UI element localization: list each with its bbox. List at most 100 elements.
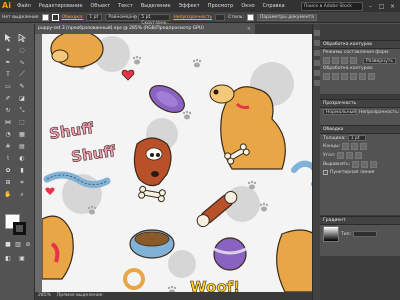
eyedropper-tool-icon[interactable]: ⌇ — [3, 154, 13, 163]
paintbrush-tool-icon[interactable]: ✎ — [17, 82, 27, 91]
variable-width-profile[interactable]: Равномерно — [105, 13, 137, 21]
unite-icon[interactable] — [323, 57, 330, 64]
stroke-swatch[interactable] — [51, 13, 59, 21]
stroke-link[interactable]: Обводка: — [62, 15, 84, 20]
minimize-icon[interactable]: – — [367, 3, 374, 10]
dashed-line-label: Пунктирная линия — [330, 170, 375, 175]
minus-back-icon[interactable] — [368, 73, 375, 80]
heart-small — [45, 187, 55, 195]
merge-icon[interactable] — [341, 73, 348, 80]
puppy-top-left — [50, 34, 104, 68]
screen-mode-icon[interactable]: ▣ — [17, 254, 27, 263]
stroke-color-box[interactable] — [13, 222, 26, 235]
pathfinders-label: Обработка контуров: — [323, 66, 374, 71]
zoom-level[interactable]: 285% — [38, 292, 51, 300]
brush-definition[interactable]: 5 pt. Скругленн... — [138, 13, 171, 26]
transparency-panel-title[interactable]: Прозрачность — [320, 100, 400, 108]
graph-tool-icon[interactable]: ▮ — [17, 166, 27, 175]
menu-object[interactable]: Объект — [86, 0, 114, 12]
document-setup-button[interactable]: Параметры документа — [256, 13, 318, 21]
blend-tool-icon[interactable]: ◐ — [17, 154, 27, 163]
maximize-icon[interactable]: □ — [378, 3, 385, 10]
expand-button[interactable]: Развернуть — [363, 57, 397, 64]
menu-edit[interactable]: Редактирование — [35, 0, 87, 12]
gradient-tool-icon[interactable]: ▤ — [17, 142, 27, 151]
hand-tool-icon[interactable]: ✋ — [3, 190, 13, 199]
miter-join-icon[interactable] — [337, 152, 345, 159]
minus-front-icon[interactable] — [332, 57, 339, 64]
pathfinder-panel-title[interactable]: Обработка контуров — [320, 41, 400, 49]
menu-view[interactable]: Просмотр — [204, 0, 238, 12]
opacity-label: Непрозрачность: — [359, 109, 400, 115]
type-tool-icon[interactable]: T — [3, 70, 13, 79]
trim-icon[interactable] — [332, 73, 339, 80]
outline-icon[interactable] — [359, 73, 366, 80]
gradient-type-select[interactable] — [353, 231, 378, 237]
butt-cap-icon[interactable] — [342, 143, 350, 150]
direct-selection-tool-icon[interactable] — [17, 33, 27, 43]
selection-tool-icon[interactable] — [3, 34, 13, 43]
line-tool-icon[interactable]: ／ — [17, 70, 27, 79]
opacity-link[interactable]: Непрозрачность — [173, 15, 212, 20]
eraser-tool-icon[interactable]: ◪ — [17, 94, 27, 103]
control-bar: Нет выделения Обводка: 1 pt Равномерно 5… — [0, 12, 400, 26]
gradient-panel-title[interactable]: Градиент — [320, 217, 400, 225]
menu-type[interactable]: Текст — [114, 0, 137, 12]
crop-icon[interactable] — [350, 73, 357, 80]
divide-icon[interactable] — [323, 73, 330, 80]
rotate-tool-icon[interactable]: ↻ — [3, 106, 13, 115]
width-tool-icon[interactable]: ⋈ — [3, 118, 13, 127]
scale-tool-icon[interactable]: ⤡ — [17, 106, 27, 115]
bevel-join-icon[interactable] — [355, 152, 363, 159]
shaper-tool-icon[interactable]: ✐ — [3, 94, 13, 103]
align-outside-icon[interactable] — [370, 161, 378, 168]
gradient-preview[interactable] — [323, 226, 339, 242]
free-transform-tool-icon[interactable]: ⬚ — [17, 118, 27, 127]
symbol-sprayer-tool-icon[interactable]: ✿ — [3, 166, 13, 175]
round-cap-icon[interactable] — [351, 143, 359, 150]
stock-search-input[interactable]: Поиск в Adobe Stock — [301, 1, 363, 11]
document-tab[interactable]: puppy-set 3 [преобразованный].eps @ 285%… — [35, 24, 255, 34]
shape-builder-tool-icon[interactable]: ◔ — [3, 130, 13, 139]
none-mode-icon[interactable]: ⊘ — [23, 240, 33, 249]
menu-window[interactable]: Окно — [237, 0, 258, 12]
style-swatch[interactable] — [246, 13, 254, 21]
curvature-tool-icon[interactable]: ∿ — [17, 58, 27, 67]
artboard-canvas[interactable]: Shuff Shuff Woof! — [42, 34, 320, 292]
menu-effect[interactable]: Эффект — [175, 0, 204, 12]
menu-select[interactable]: Выделение — [137, 0, 175, 12]
rectangle-tool-icon[interactable]: ▭ — [3, 82, 13, 91]
gradient-mode-icon[interactable]: ▥ — [13, 240, 23, 249]
projecting-cap-icon[interactable] — [360, 143, 368, 150]
exclude-icon[interactable] — [350, 57, 357, 64]
fill-swatch[interactable] — [41, 13, 49, 21]
perspective-grid-tool-icon[interactable]: ▦ — [17, 130, 27, 139]
corner-label: Угол: — [323, 153, 336, 158]
round-join-icon[interactable] — [346, 152, 354, 159]
lasso-tool-icon[interactable]: ◌ — [17, 46, 27, 55]
align-inside-icon[interactable] — [361, 161, 369, 168]
close-document-icon[interactable]: × — [247, 24, 251, 34]
magic-wand-tool-icon[interactable]: ✦ — [3, 46, 13, 55]
cap-label: Концы: — [323, 144, 341, 149]
intersect-icon[interactable] — [341, 57, 348, 64]
puppy-bottom-left — [42, 215, 74, 280]
frisbee — [149, 84, 185, 114]
stroke-weight-field[interactable]: 1 pt — [86, 13, 103, 21]
align-center-icon[interactable] — [352, 161, 360, 168]
opacity-field[interactable] — [215, 13, 226, 21]
blend-mode-select[interactable]: Нормальный — [323, 109, 357, 115]
close-icon[interactable]: × — [389, 3, 396, 10]
draw-mode-icon[interactable]: ◧ — [3, 254, 13, 263]
pen-tool-icon[interactable]: ✒ — [3, 58, 13, 67]
mesh-tool-icon[interactable]: # — [3, 142, 13, 151]
color-mode-icon[interactable]: ■ — [3, 240, 13, 249]
stroke-weight-input[interactable]: 1 pt — [347, 135, 366, 141]
artboard-tool-icon[interactable]: ⊞ — [3, 178, 13, 187]
stroke-panel-title[interactable]: Обводка — [320, 126, 400, 134]
menu-help[interactable]: Справка — [259, 0, 289, 12]
dashed-line-checkbox[interactable] — [323, 170, 328, 175]
slice-tool-icon[interactable]: ⌗ — [17, 178, 27, 187]
zoom-tool-icon[interactable]: ⌕ — [17, 190, 27, 199]
menu-file[interactable]: Файл — [13, 0, 35, 12]
